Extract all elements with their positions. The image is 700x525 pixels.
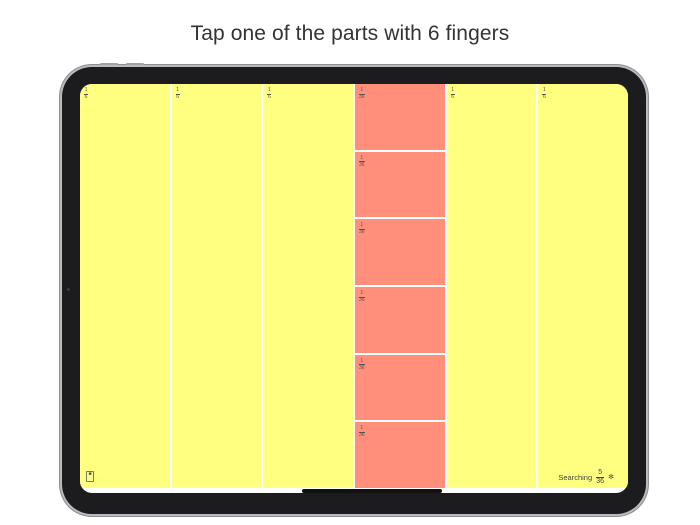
top-button-right <box>126 63 144 65</box>
sub-part-1[interactable]: 1 36 <box>355 84 445 150</box>
fraction-label: 16 <box>450 87 455 100</box>
page: Tap one of the parts with 6 fingers 16 ■… <box>0 0 700 525</box>
instruction-headline: Tap one of the parts with 6 fingers <box>190 22 510 45</box>
part-column-4-split: 1 36 1 36 1 36 136 1 36 1 36 <box>355 84 445 489</box>
part-column-6[interactable]: 16 Searching 5 36 ✻ <box>538 84 628 488</box>
fraction-label: 16 <box>84 87 88 100</box>
settings-icon[interactable]: ✻ <box>608 473 614 481</box>
status-fraction: 5 36 <box>596 469 605 485</box>
fraction-label: 16 <box>267 87 272 100</box>
home-indicator[interactable] <box>302 489 442 493</box>
part-column-1[interactable]: 16 ■ <box>80 84 170 488</box>
fraction-label: 16 <box>175 87 180 100</box>
fraction-label: 1 36 <box>359 154 365 168</box>
sub-part-3[interactable]: 1 36 <box>355 219 445 286</box>
top-button-left <box>100 63 118 65</box>
fraction-label: 1 36 <box>359 290 365 304</box>
page-button[interactable]: ■ <box>86 471 94 482</box>
sub-part-5[interactable]: 1 36 <box>355 354 445 421</box>
part-column-2[interactable]: 16 <box>171 84 262 488</box>
fraction-label: 1 36 <box>359 222 365 236</box>
sub-part-2[interactable]: 1 36 <box>355 151 445 218</box>
fraction-label: 16 <box>542 87 547 100</box>
status-label: Searching <box>558 472 593 482</box>
app-screen: 16 ■ 16 16 1 36 1 36 1 36 1 36 1 36 1 36… <box>80 84 628 493</box>
parts-grid: 16 ■ 16 16 1 36 1 36 1 36 1 36 1 36 1 36… <box>80 84 628 489</box>
sub-part-4[interactable]: 1 36 <box>355 287 445 353</box>
fraction-label: 1 36 <box>359 357 365 371</box>
fraction-label: 1 36 <box>359 87 365 100</box>
part-column-3[interactable]: 16 <box>263 84 354 488</box>
part-column-5[interactable]: 16 <box>446 84 537 488</box>
search-status: Searching 5 36 ✻ <box>558 469 614 485</box>
fraction-label: 1 36 <box>359 425 365 439</box>
sub-part-6[interactable]: 1 36 <box>355 422 445 489</box>
side-camera <box>67 288 70 291</box>
tablet-frame: 16 ■ 16 16 1 36 1 36 1 36 1 36 1 36 1 36… <box>62 63 646 514</box>
